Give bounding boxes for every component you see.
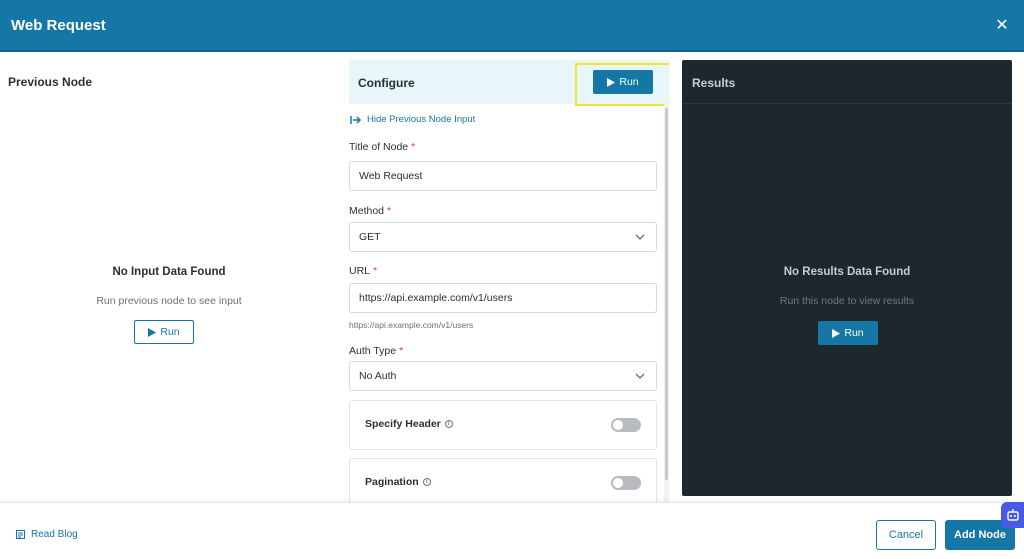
specify-header-card: Specify Header i bbox=[349, 400, 657, 450]
chevron-down-icon bbox=[635, 234, 645, 240]
auth-type-text: Auth Type bbox=[349, 345, 397, 357]
no-input-subtitle: Run previous node to see input bbox=[96, 295, 242, 307]
method-label: Method * bbox=[349, 205, 391, 217]
method-value: GET bbox=[359, 231, 381, 243]
hide-previous-node-label: Hide Previous Node Input bbox=[367, 114, 476, 125]
specify-header-label: Specify Header bbox=[365, 418, 441, 430]
method-select[interactable]: GET bbox=[349, 222, 657, 252]
info-icon[interactable]: i bbox=[422, 478, 431, 486]
auth-type-select[interactable]: No Auth bbox=[349, 361, 657, 391]
previous-node-panel: Previous Node No Input Data Found Run pr… bbox=[0, 52, 338, 502]
play-icon bbox=[148, 327, 157, 337]
auth-type-value: No Auth bbox=[359, 370, 397, 382]
cancel-button[interactable]: Cancel bbox=[876, 520, 936, 550]
collapse-arrow-icon bbox=[350, 115, 362, 124]
info-icon[interactable]: i bbox=[444, 420, 453, 428]
no-results-title: No Results Data Found bbox=[783, 266, 911, 278]
results-title: Results bbox=[692, 76, 736, 90]
url-hint: https://api.example.com/v1/users bbox=[349, 320, 474, 330]
method-text: Method bbox=[349, 205, 385, 217]
pagination-title: Pagination i bbox=[365, 476, 431, 488]
run-results-label: Run bbox=[844, 327, 864, 339]
scrollbar-thumb[interactable] bbox=[665, 108, 668, 480]
title-of-node-text: Title of Node bbox=[349, 141, 409, 153]
configure-panel: Configure Run Hide Previous Node Input T… bbox=[349, 60, 669, 502]
chat-bot-button[interactable] bbox=[1001, 502, 1024, 528]
pagination-card: Pagination i bbox=[349, 458, 657, 502]
required-mark: * bbox=[411, 141, 416, 153]
required-mark: * bbox=[373, 265, 378, 277]
required-mark: * bbox=[399, 345, 404, 357]
previous-node-title: Previous Node bbox=[8, 75, 93, 89]
run-previous-button[interactable]: Run bbox=[134, 320, 194, 344]
document-icon bbox=[16, 530, 25, 539]
read-blog-label: Read Blog bbox=[31, 529, 78, 540]
title-of-node-input[interactable]: Web Request bbox=[349, 161, 657, 191]
title-of-node-label: Title of Node * bbox=[349, 141, 415, 153]
required-mark: * bbox=[387, 205, 392, 217]
url-label: URL * bbox=[349, 265, 377, 277]
pagination-toggle[interactable] bbox=[611, 476, 641, 490]
close-icon[interactable]: ✕ bbox=[992, 15, 1012, 35]
url-text: URL bbox=[349, 265, 371, 277]
no-input-title: No Input Data Found bbox=[112, 266, 226, 278]
no-results-subtitle: Run this node to view results bbox=[779, 295, 915, 307]
configure-title: Configure bbox=[358, 76, 415, 90]
read-blog-link[interactable]: Read Blog bbox=[16, 529, 78, 540]
run-previous-label: Run bbox=[160, 326, 180, 338]
run-results-button[interactable]: Run bbox=[818, 321, 878, 345]
chevron-down-icon bbox=[635, 373, 645, 379]
specify-header-toggle[interactable] bbox=[611, 418, 641, 432]
run-configure-button[interactable]: Run bbox=[593, 70, 653, 94]
results-header: Results bbox=[682, 60, 1012, 104]
results-panel: Results No Results Data Found Run this n… bbox=[682, 60, 1012, 496]
robot-icon bbox=[1006, 509, 1019, 521]
play-icon bbox=[832, 328, 841, 338]
toggle-knob bbox=[613, 420, 623, 430]
modal-title: Web Request bbox=[11, 17, 106, 34]
hide-previous-node-link[interactable]: Hide Previous Node Input bbox=[350, 114, 475, 125]
toggle-knob bbox=[613, 478, 623, 488]
auth-type-label: Auth Type * bbox=[349, 345, 403, 357]
run-configure-label: Run bbox=[619, 76, 639, 88]
modal-footer: Read Blog Cancel Add Node bbox=[0, 502, 1024, 559]
pagination-label: Pagination bbox=[365, 476, 419, 488]
url-input[interactable]: https://api.example.com/v1/users bbox=[349, 283, 657, 313]
play-icon bbox=[607, 77, 616, 87]
specify-header-title: Specify Header i bbox=[365, 418, 453, 430]
modal-header: Web Request ✕ bbox=[0, 0, 1024, 52]
